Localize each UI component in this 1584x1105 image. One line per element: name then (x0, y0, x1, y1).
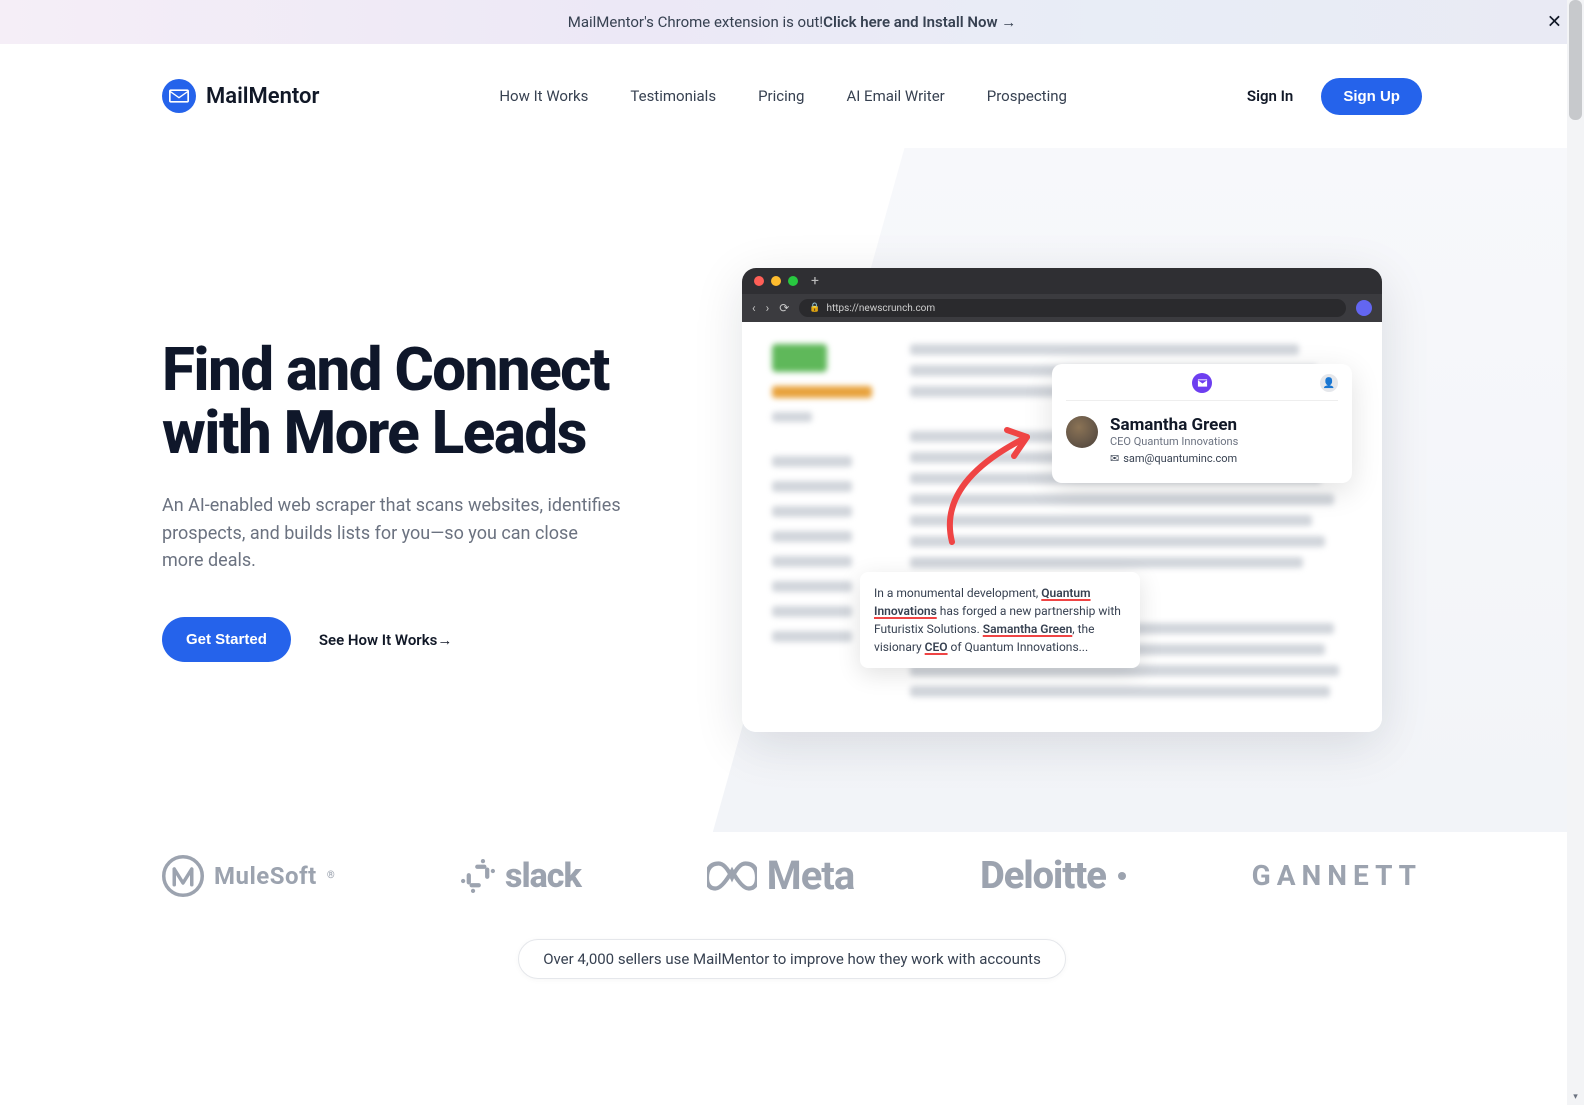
close-icon[interactable]: ✕ (1547, 12, 1562, 33)
window-close-icon (754, 276, 764, 286)
tooltip-entity: CEO (925, 640, 948, 654)
sidebar-link (772, 506, 852, 517)
announcement-banner: MailMentor's Chrome extension is out! Cl… (0, 0, 1584, 44)
extension-logo-icon (1192, 373, 1212, 393)
social-proof-row: Over 4,000 sellers use MailMentor to imp… (0, 919, 1584, 1019)
signin-link[interactable]: Sign In (1247, 87, 1293, 105)
back-icon: ‹ (752, 301, 756, 315)
banner-text: MailMentor's Chrome extension is out! (568, 13, 823, 31)
see-how-it-works-link[interactable]: See How It Works→ (319, 631, 452, 649)
logo-gannett-text: GANNETT (1252, 859, 1422, 892)
extension-popup: 👤 Samantha Green CEO Quantum Innovations… (1052, 364, 1352, 483)
reload-icon: ⟳ (779, 301, 789, 315)
extension-header: 👤 (1066, 374, 1338, 401)
browser-mock: + ‹ › ⟳ 🔒 https://newscrunch.com (742, 268, 1382, 732)
hero-copy: Find and Connect with More Leads An AI-e… (162, 338, 662, 663)
get-started-button[interactable]: Get Started (162, 617, 291, 662)
logo-gannett: GANNETT (1252, 859, 1422, 892)
sidebar-link (772, 556, 852, 567)
sidebar-link (772, 606, 852, 617)
sidebar-heading (772, 386, 872, 398)
nav-testimonials[interactable]: Testimonials (630, 87, 716, 105)
tooltip-text: In a monumental development, (874, 586, 1041, 600)
logo-meta: Meta (707, 852, 855, 899)
logo-slack-text: slack (505, 856, 581, 896)
hero-actions: Get Started See How It Works→ (162, 617, 662, 662)
hero-title: Find and Connect with More Leads (162, 338, 662, 464)
nav-how-it-works[interactable]: How It Works (499, 87, 588, 105)
nav-prospecting[interactable]: Prospecting (987, 87, 1067, 105)
scroll-down-icon[interactable]: ▾ (1567, 1088, 1584, 1105)
contact-email-row: ✉ sam@quantuminc.com (1110, 452, 1338, 465)
main-nav: How It Works Testimonials Pricing AI Ema… (499, 87, 1067, 105)
email-icon: ✉ (1110, 452, 1119, 465)
logo-text: MailMentor (206, 84, 319, 109)
contact-avatar (1066, 416, 1098, 448)
extension-user-avatar: 👤 (1320, 374, 1338, 392)
contact-title: CEO Quantum Innovations (1110, 435, 1238, 448)
hero-section: Find and Connect with More Leads An AI-e… (0, 148, 1584, 832)
logo-mulesoft: MuleSoft® (162, 855, 335, 897)
tooltip-entity: Samantha Green (983, 622, 1073, 636)
contact-name: Samantha Green (1110, 415, 1238, 435)
sidebar-link (772, 456, 852, 467)
logo-icon (162, 79, 196, 113)
deloitte-dot-icon (1118, 872, 1126, 880)
sidebar-link (772, 631, 852, 642)
logo-slack: slack (461, 856, 581, 896)
hero-illustration: + ‹ › ⟳ 🔒 https://newscrunch.com (702, 268, 1422, 732)
profile-avatar-icon (1356, 300, 1372, 316)
lock-icon: 🔒 (809, 303, 820, 313)
customer-logos-row: MuleSoft® slack Meta Deloitte GANNETT (142, 832, 1442, 919)
logo-deloitte: Deloitte (980, 854, 1126, 898)
scroll-thumb[interactable] (1569, 0, 1582, 120)
sidebar-link (772, 581, 852, 592)
logo-deloitte-text: Deloitte (980, 854, 1106, 898)
new-tab-icon: + (811, 273, 819, 289)
browser-tabbar: + (742, 268, 1382, 294)
header-actions: Sign In Sign Up (1247, 78, 1422, 115)
contact-email: sam@quantuminc.com (1123, 452, 1237, 465)
site-logo-placeholder (772, 344, 827, 372)
forward-icon: › (766, 301, 770, 315)
logo-mulesoft-text: MuleSoft (214, 862, 317, 890)
article-highlight-tooltip: In a monumental development, Quantum Inn… (860, 572, 1140, 668)
social-proof-pill: Over 4,000 sellers use MailMentor to imp… (518, 939, 1066, 979)
banner-install-link[interactable]: Click here and Install Now → (823, 13, 1016, 31)
url-text: https://newscrunch.com (827, 303, 936, 314)
sidebar-link (772, 531, 852, 542)
hero-subtitle: An AI-enabled web scraper that scans web… (162, 492, 622, 576)
site-header: MailMentor How It Works Testimonials Pri… (142, 44, 1442, 148)
page-scrollbar[interactable]: ▴ ▾ (1567, 0, 1584, 1105)
sidebar-link (772, 481, 852, 492)
browser-addressbar: ‹ › ⟳ 🔒 https://newscrunch.com (742, 294, 1382, 322)
hero-title-line1: Find and Connect (162, 334, 609, 405)
hero-title-line2: with More Leads (162, 397, 586, 468)
signup-button[interactable]: Sign Up (1321, 78, 1422, 115)
sidebar-sub (772, 412, 812, 422)
tooltip-text: of Quantum Innovations... (948, 640, 1089, 654)
window-minimize-icon (771, 276, 781, 286)
logo-meta-text: Meta (767, 852, 855, 899)
extension-contact-row: Samantha Green CEO Quantum Innovations (1066, 415, 1338, 448)
url-field: 🔒 https://newscrunch.com (799, 299, 1346, 317)
nav-pricing[interactable]: Pricing (758, 87, 804, 105)
nav-ai-email-writer[interactable]: AI Email Writer (846, 87, 944, 105)
browser-viewport: 👤 Samantha Green CEO Quantum Innovations… (742, 322, 1382, 732)
logo[interactable]: MailMentor (162, 79, 319, 113)
window-maximize-icon (788, 276, 798, 286)
